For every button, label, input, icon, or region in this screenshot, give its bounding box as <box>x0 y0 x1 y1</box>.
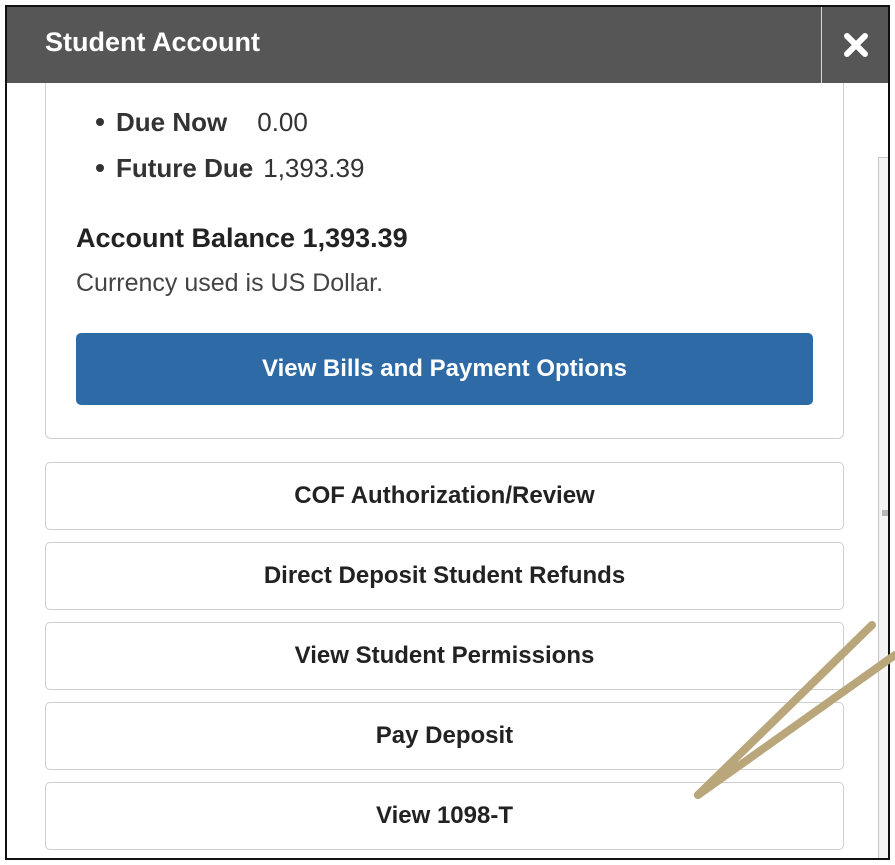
due-now-item: Due Now 0.00 <box>96 99 364 145</box>
close-icon <box>843 33 868 57</box>
view-student-permissions-button[interactable]: View Student Permissions <box>45 622 844 690</box>
view-1098t-button[interactable]: View 1098-T <box>45 782 844 850</box>
future-due-value: 1,393.39 <box>263 152 365 183</box>
pay-deposit-button[interactable]: Pay Deposit <box>45 702 844 770</box>
due-list: Due Now 0.00 Future Due 1,393.39 <box>96 99 364 191</box>
view-bills-button[interactable]: View Bills and Payment Options <box>76 333 813 405</box>
scrollbar[interactable] <box>878 157 888 858</box>
currency-note: Currency used is US Dollar. <box>76 269 384 297</box>
direct-deposit-refunds-button[interactable]: Direct Deposit Student Refunds <box>45 542 844 610</box>
future-due-label: Future Due <box>116 152 254 183</box>
titlebar: Student Account <box>7 7 888 83</box>
bullet-icon <box>96 118 104 126</box>
cof-authorization-button[interactable]: COF Authorization/Review <box>45 462 844 530</box>
student-account-window: Student Account Due Now 0.00 Future Due … <box>5 5 890 860</box>
close-button[interactable] <box>821 7 888 83</box>
window-title: Student Account <box>45 27 260 57</box>
account-balance: Account Balance 1,393.39 <box>76 223 408 253</box>
scroll-grip-icon <box>882 510 888 516</box>
due-now-value: 0.00 <box>257 106 308 137</box>
account-summary-panel: Due Now 0.00 Future Due 1,393.39 Account… <box>45 83 844 439</box>
bullet-icon <box>96 164 104 172</box>
due-now-label: Due Now <box>116 106 228 137</box>
future-due-item: Future Due 1,393.39 <box>96 145 364 191</box>
